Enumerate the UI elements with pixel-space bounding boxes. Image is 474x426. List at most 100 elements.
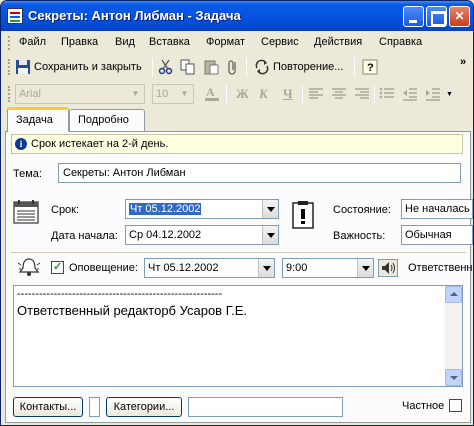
chevron-down-icon[interactable] bbox=[258, 259, 274, 277]
italic-button[interactable]: К bbox=[259, 86, 268, 102]
minimize-button[interactable] bbox=[403, 6, 424, 27]
subject-value: Секреты: Антон Либман bbox=[63, 167, 186, 179]
standard-toolbar: Сохранить и закрыть Повторение... ? » bbox=[5, 54, 471, 80]
status-value: Не началась bbox=[405, 203, 470, 215]
chevron-down-icon: ▼ bbox=[180, 89, 189, 98]
start-date-dropdown[interactable]: Ср 04.12.2002 bbox=[125, 225, 279, 245]
attach-icon[interactable] bbox=[225, 59, 241, 75]
toolbar-separator bbox=[354, 58, 355, 76]
priority-dropdown[interactable]: Обычная bbox=[401, 225, 473, 245]
close-button[interactable]: ✕ bbox=[449, 6, 470, 27]
start-date-value: Ср 04.12.2002 bbox=[129, 229, 202, 241]
contacts-button[interactable]: Контакты... bbox=[13, 397, 83, 417]
due-date-dropdown[interactable]: Чт 05.12.2002 bbox=[125, 199, 279, 219]
menu-grip[interactable] bbox=[8, 36, 11, 50]
font-size-combo[interactable]: 10 ▼ bbox=[152, 84, 194, 104]
formatting-toolbar: Arial ▼ 10 ▼ A Ж К Ч ▼ bbox=[5, 81, 471, 107]
info-icon: i bbox=[15, 138, 27, 150]
categories-button[interactable]: Категории... bbox=[106, 397, 182, 417]
recurrence-icon bbox=[255, 59, 269, 75]
notes-text: Ответственный редакторб Усаров Г.Е. bbox=[17, 303, 248, 318]
underline-button[interactable]: Ч bbox=[283, 86, 293, 102]
chevron-down-icon[interactable] bbox=[262, 200, 278, 218]
task-window: Секреты: Антон Либман - Задача ✕ Файл Пр… bbox=[0, 0, 474, 426]
increase-indent-icon[interactable] bbox=[425, 86, 441, 102]
owner-label: Ответственн bbox=[408, 262, 472, 274]
toolbar-options-chevron-icon[interactable]: ▼ bbox=[446, 91, 453, 98]
contacts-input[interactable] bbox=[89, 397, 100, 417]
info-text: Срок истекает на 2-й день. bbox=[31, 138, 169, 150]
cut-icon[interactable] bbox=[158, 59, 174, 75]
divider bbox=[11, 252, 466, 253]
tab-details[interactable]: Подробно bbox=[69, 109, 145, 131]
chevron-down-icon[interactable] bbox=[357, 259, 373, 277]
toolbar-separator bbox=[226, 85, 227, 103]
priority-value: Обычная bbox=[405, 229, 452, 241]
chevron-down-icon[interactable] bbox=[262, 226, 278, 244]
save-close-label: Сохранить и закрыть bbox=[34, 61, 142, 73]
status-label: Состояние: bbox=[333, 204, 391, 216]
scroll-up-icon[interactable] bbox=[445, 286, 462, 303]
font-color-icon[interactable]: A bbox=[204, 85, 220, 101]
menu-actions[interactable]: Действия bbox=[314, 36, 362, 48]
menu-format[interactable]: Формат bbox=[206, 36, 245, 48]
menu-edit[interactable]: Правка bbox=[61, 36, 98, 48]
reminder-bell-icon bbox=[17, 258, 41, 276]
reminder-date-value: Чт 05.12.2002 bbox=[148, 262, 219, 274]
priority-label: Важность: bbox=[333, 230, 386, 242]
tab-task[interactable]: Задача bbox=[7, 107, 69, 132]
align-center-icon[interactable] bbox=[331, 86, 347, 102]
align-right-icon[interactable] bbox=[354, 86, 370, 102]
font-size-value: 10 bbox=[156, 88, 169, 100]
floppy-disk-icon bbox=[16, 60, 30, 74]
toolbar-grip[interactable] bbox=[8, 59, 11, 75]
calendar-icon bbox=[13, 200, 39, 224]
save-close-button[interactable]: Сохранить и закрыть bbox=[15, 58, 147, 76]
toolbar-separator bbox=[246, 58, 247, 76]
decrease-indent-icon[interactable] bbox=[402, 86, 418, 102]
menu-bar: Файл Правка Вид Вставка Формат Сервис Де… bbox=[5, 33, 470, 53]
reminder-checkbox[interactable] bbox=[51, 260, 64, 274]
notes-textarea[interactable]: ----------------------------------------… bbox=[13, 285, 463, 387]
status-dropdown[interactable]: Не началась bbox=[401, 199, 473, 219]
menu-insert[interactable]: Вставка bbox=[149, 36, 190, 48]
private-label: Частное bbox=[402, 400, 445, 412]
copy-icon[interactable] bbox=[180, 59, 196, 75]
toolbar-overflow-chevron-icon[interactable]: » bbox=[460, 56, 466, 68]
menu-view[interactable]: Вид bbox=[115, 36, 135, 48]
window-title: Секреты: Антон Либман - Задача bbox=[28, 8, 241, 23]
reminder-time-dropdown[interactable]: 9:00 bbox=[282, 258, 374, 278]
scroll-down-icon[interactable] bbox=[445, 369, 462, 386]
notes-scrollbar[interactable] bbox=[445, 286, 462, 386]
reminder-date-dropdown[interactable]: Чт 05.12.2002 bbox=[144, 258, 275, 278]
priority-alert-icon bbox=[292, 201, 314, 229]
reminder-label: Оповещение: bbox=[69, 262, 138, 274]
bullet-list-icon[interactable] bbox=[379, 86, 395, 102]
title-bar[interactable]: Секреты: Антон Либман - Задача ✕ bbox=[1, 1, 473, 31]
notes-separator-line: ----------------------------------------… bbox=[17, 288, 223, 300]
bold-button[interactable]: Ж bbox=[236, 86, 249, 102]
menu-file[interactable]: Файл bbox=[19, 36, 46, 48]
align-left-icon[interactable] bbox=[308, 86, 324, 102]
due-date-label: Срок: bbox=[51, 204, 80, 216]
font-value: Arial bbox=[19, 88, 42, 100]
sound-icon[interactable] bbox=[378, 259, 398, 277]
svg-text:A: A bbox=[206, 85, 215, 99]
task-icon bbox=[7, 8, 23, 24]
maximize-button[interactable] bbox=[426, 6, 447, 27]
start-date-label: Дата начала: bbox=[51, 230, 118, 242]
help-icon[interactable]: ? bbox=[362, 59, 378, 75]
chevron-down-icon: ▼ bbox=[131, 89, 140, 98]
toolbar-separator bbox=[152, 58, 153, 76]
private-checkbox[interactable] bbox=[449, 399, 462, 412]
paste-icon[interactable] bbox=[203, 59, 219, 75]
menu-tools[interactable]: Сервис bbox=[261, 36, 299, 48]
subject-input[interactable]: Секреты: Антон Либман bbox=[58, 163, 461, 183]
subject-label: Тема: bbox=[13, 168, 42, 180]
toolbar-grip[interactable] bbox=[8, 86, 11, 102]
menu-help[interactable]: Справка bbox=[379, 36, 422, 48]
font-combo[interactable]: Arial ▼ bbox=[15, 84, 145, 104]
recurrence-button[interactable]: Повторение... bbox=[254, 58, 350, 76]
recurrence-label: Повторение... bbox=[273, 61, 344, 73]
categories-input[interactable] bbox=[188, 397, 343, 417]
